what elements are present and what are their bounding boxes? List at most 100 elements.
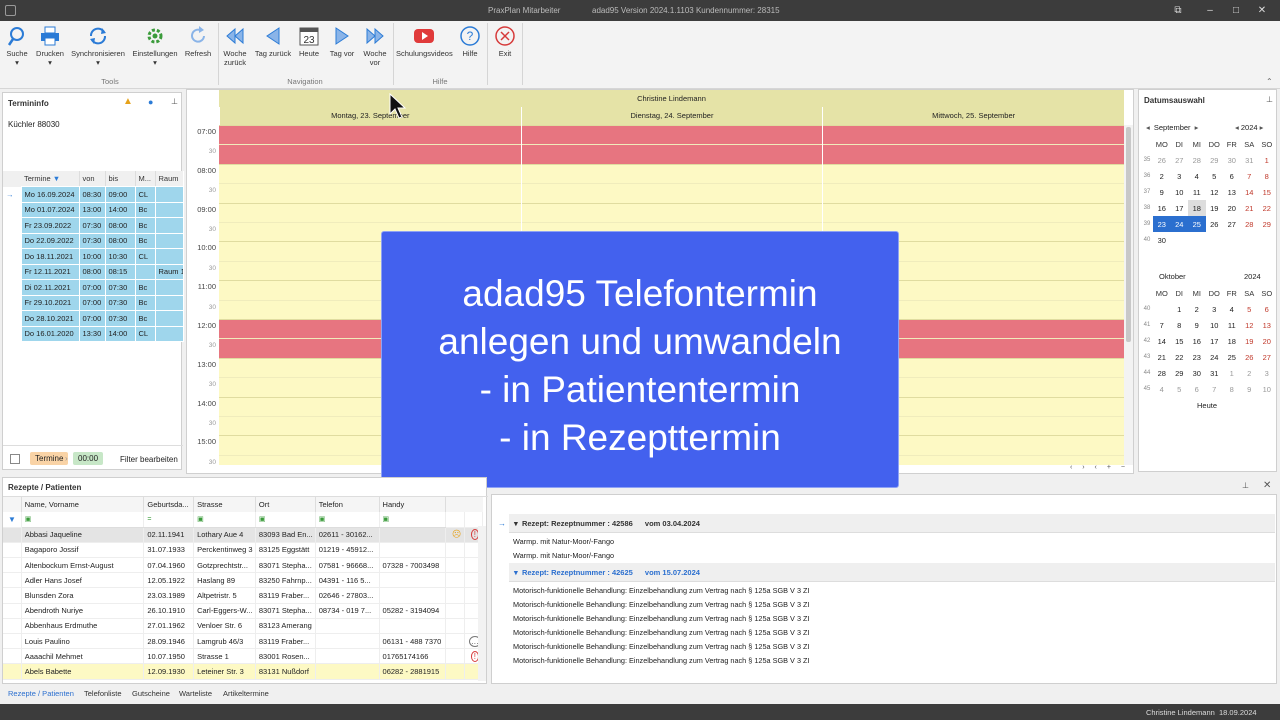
appointment-row[interactable]: Do 22.09.2022 07:30 08:00 Bc	[3, 233, 184, 249]
column-filter-cell[interactable]: ▣	[193, 512, 256, 528]
day-cell[interactable]: 10	[1258, 381, 1276, 397]
day-cell[interactable]: 15	[1171, 333, 1189, 349]
bottom-tab-1[interactable]: Telefonliste	[84, 689, 122, 698]
today-link[interactable]: Heute	[1197, 401, 1217, 410]
prescription-item[interactable]: Motorisch-funktionelle Behandlung: Einze…	[513, 614, 810, 623]
day-cell[interactable]: 13	[1258, 317, 1276, 333]
info-icon[interactable]: ●	[148, 97, 153, 107]
column-filter-cell[interactable]: ▣	[255, 512, 316, 528]
day-cell[interactable]: 22	[1258, 200, 1276, 216]
day-cell[interactable]: 10	[1206, 317, 1224, 333]
day-cell[interactable]: 1	[1223, 365, 1241, 381]
pin-icon[interactable]: ⊥	[1266, 95, 1273, 104]
bottom-tab-0[interactable]: Rezepte / Patienten	[8, 689, 74, 698]
day-cell[interactable]: 30	[1223, 152, 1241, 168]
day-cell[interactable]: 6	[1223, 168, 1241, 184]
day-header-0[interactable]: Montag, 23. September	[219, 107, 521, 125]
day-cell[interactable]: 6	[1258, 301, 1276, 317]
day-cell[interactable]: 26	[1153, 152, 1171, 168]
col-header-von[interactable]: von	[79, 171, 106, 187]
day-cell[interactable]: 3	[1171, 168, 1189, 184]
prescription-item[interactable]: Warmp. mit Natur-Moor/-Fango	[513, 551, 614, 560]
day-cell[interactable]: 27	[1171, 152, 1189, 168]
day-cell[interactable]: 8	[1258, 168, 1276, 184]
day-cell[interactable]: 30	[1153, 232, 1171, 248]
appointment-row[interactable]: Do 18.11.2021 10:00 10:30 CL	[3, 248, 184, 265]
patient-row[interactable]: Abbenhaus Erdmuthe 27.01.1962 Venloer Str.…	[3, 618, 484, 635]
day-cell[interactable]: 23	[1188, 349, 1206, 365]
exit-button[interactable]: Exit	[491, 23, 519, 58]
day-cell[interactable]: 14	[1241, 184, 1259, 200]
appointment-row[interactable]: Do 28.10.2021 07:00 07:30 Bc	[3, 310, 184, 327]
week-forward-button[interactable]: Woche vor	[360, 23, 390, 67]
termine-filter-chip[interactable]: Termine	[30, 452, 69, 465]
prescription-2-header[interactable]: ▾ Rezept: Rezeptnummer : 42625 vom 15.07…	[514, 568, 700, 577]
day-cell[interactable]: 29	[1171, 365, 1189, 381]
close-panel-icon[interactable]: ✕	[1263, 480, 1271, 491]
patient-row[interactable]: Bagaporo Jossif 31.07.1933 Perckentinweg 3…	[3, 542, 484, 559]
prescription-item[interactable]: Motorisch-funktionelle Behandlung: Einze…	[513, 600, 810, 609]
patients-col-header[interactable]: Geburtsda...	[143, 497, 195, 512]
day-cell[interactable]: 19	[1206, 200, 1224, 216]
day-cell[interactable]: 18	[1188, 200, 1206, 216]
pin-icon[interactable]: ⊥	[171, 97, 178, 106]
day-cell[interactable]: 29	[1206, 152, 1224, 168]
month-nav-sep[interactable]: ◂ September ▸	[1146, 123, 1198, 132]
day-cell[interactable]: 1	[1258, 152, 1276, 168]
patients-col-header[interactable]: Ort	[255, 497, 316, 512]
day-cell[interactable]: 3	[1258, 365, 1276, 381]
edit-filter-link[interactable]: Filter bearbeiten	[120, 455, 178, 464]
help-button[interactable]: ? Hilfe	[456, 23, 484, 58]
day-cell[interactable]: 12	[1206, 184, 1224, 200]
day-cell[interactable]	[1153, 301, 1171, 317]
refresh-button[interactable]: Refresh	[183, 23, 213, 58]
day-cell[interactable]: 4	[1153, 381, 1171, 397]
patients-col-header[interactable]: Strasse	[193, 497, 256, 512]
day-cell[interactable]: 28	[1153, 365, 1171, 381]
day-cell[interactable]: 5	[1241, 301, 1259, 317]
day-cell[interactable]: 30	[1188, 365, 1206, 381]
patient-row[interactable]: Altenbockum Ernst-August 07.04.1960 Gotzpr…	[3, 557, 484, 574]
day-cell[interactable]: 8	[1223, 381, 1241, 397]
day-cell[interactable]: 11	[1188, 184, 1206, 200]
termine-checkbox[interactable]	[10, 454, 20, 464]
bottom-tab-2[interactable]: Gutscheine	[132, 689, 170, 698]
prescription-item[interactable]: Motorisch-funktionelle Behandlung: Einze…	[513, 656, 810, 665]
patients-col-header[interactable]: Name, Vorname	[21, 497, 145, 512]
day-cell[interactable]: 31	[1206, 365, 1224, 381]
calendar-scrollbar[interactable]	[1124, 125, 1133, 465]
prescription-item[interactable]: Motorisch-funktionelle Behandlung: Einze…	[513, 628, 810, 637]
day-cell[interactable]: 6	[1188, 381, 1206, 397]
calendar-nav-controls[interactable]: ‹ › ‹ + −	[1070, 464, 1129, 471]
day-cell[interactable]: 28	[1188, 152, 1206, 168]
day-cell[interactable]: 25	[1223, 349, 1241, 365]
day-cell[interactable]: 3	[1206, 301, 1224, 317]
appointment-row[interactable]: Do 16.01.2020 13:30 14:00 CL	[3, 326, 184, 342]
search-button[interactable]: Suche ▾	[3, 23, 31, 67]
day-cell[interactable]: 2	[1188, 301, 1206, 317]
day-cell[interactable]: 31	[1241, 152, 1259, 168]
patients-scrollbar[interactable]	[478, 526, 486, 681]
day-cell[interactable]: 11	[1223, 317, 1241, 333]
patient-row[interactable]: Abels Babette 12.09.1930 Leteiner Str. 3 83…	[3, 663, 484, 680]
day-cell[interactable]	[1188, 232, 1206, 248]
prev-year-icon[interactable]: ◂	[1235, 123, 1239, 132]
appointment-row[interactable]: Fr 29.10.2021 07:00 07:30 Bc	[3, 295, 184, 311]
year-nav[interactable]: ◂ 2024 ▸	[1235, 123, 1263, 132]
day-cell[interactable]: 2	[1241, 365, 1259, 381]
prescription-1-header[interactable]: ▾ Rezept: Rezeptnummer : 42586 vom 03.04…	[514, 519, 700, 528]
appointment-row[interactable]: Di 02.11.2021 07:00 07:30 Bc	[3, 279, 184, 296]
next-month-icon[interactable]: ▸	[1195, 123, 1199, 132]
day-cell[interactable]	[1223, 232, 1241, 248]
expand-icon[interactable]: ▾	[514, 568, 518, 577]
day-cell[interactable]	[1258, 232, 1276, 248]
patient-row[interactable]: Louis Paulino 28.09.1946 Lamgrub 46/3 83119…	[3, 633, 484, 650]
patients-col-header[interactable]: Telefon	[315, 497, 380, 512]
column-filter-cell[interactable]: ▣	[379, 512, 447, 528]
maximize-button[interactable]: □	[1228, 3, 1244, 18]
day-cell[interactable]: 1	[1171, 301, 1189, 317]
day-cell[interactable]: 22	[1171, 349, 1189, 365]
day-cell[interactable]: 18	[1223, 333, 1241, 349]
patient-row[interactable]: Adler Hans Josef 12.05.1922 Haslang 89 8325…	[3, 572, 484, 589]
day-cell[interactable]: 24	[1206, 349, 1224, 365]
